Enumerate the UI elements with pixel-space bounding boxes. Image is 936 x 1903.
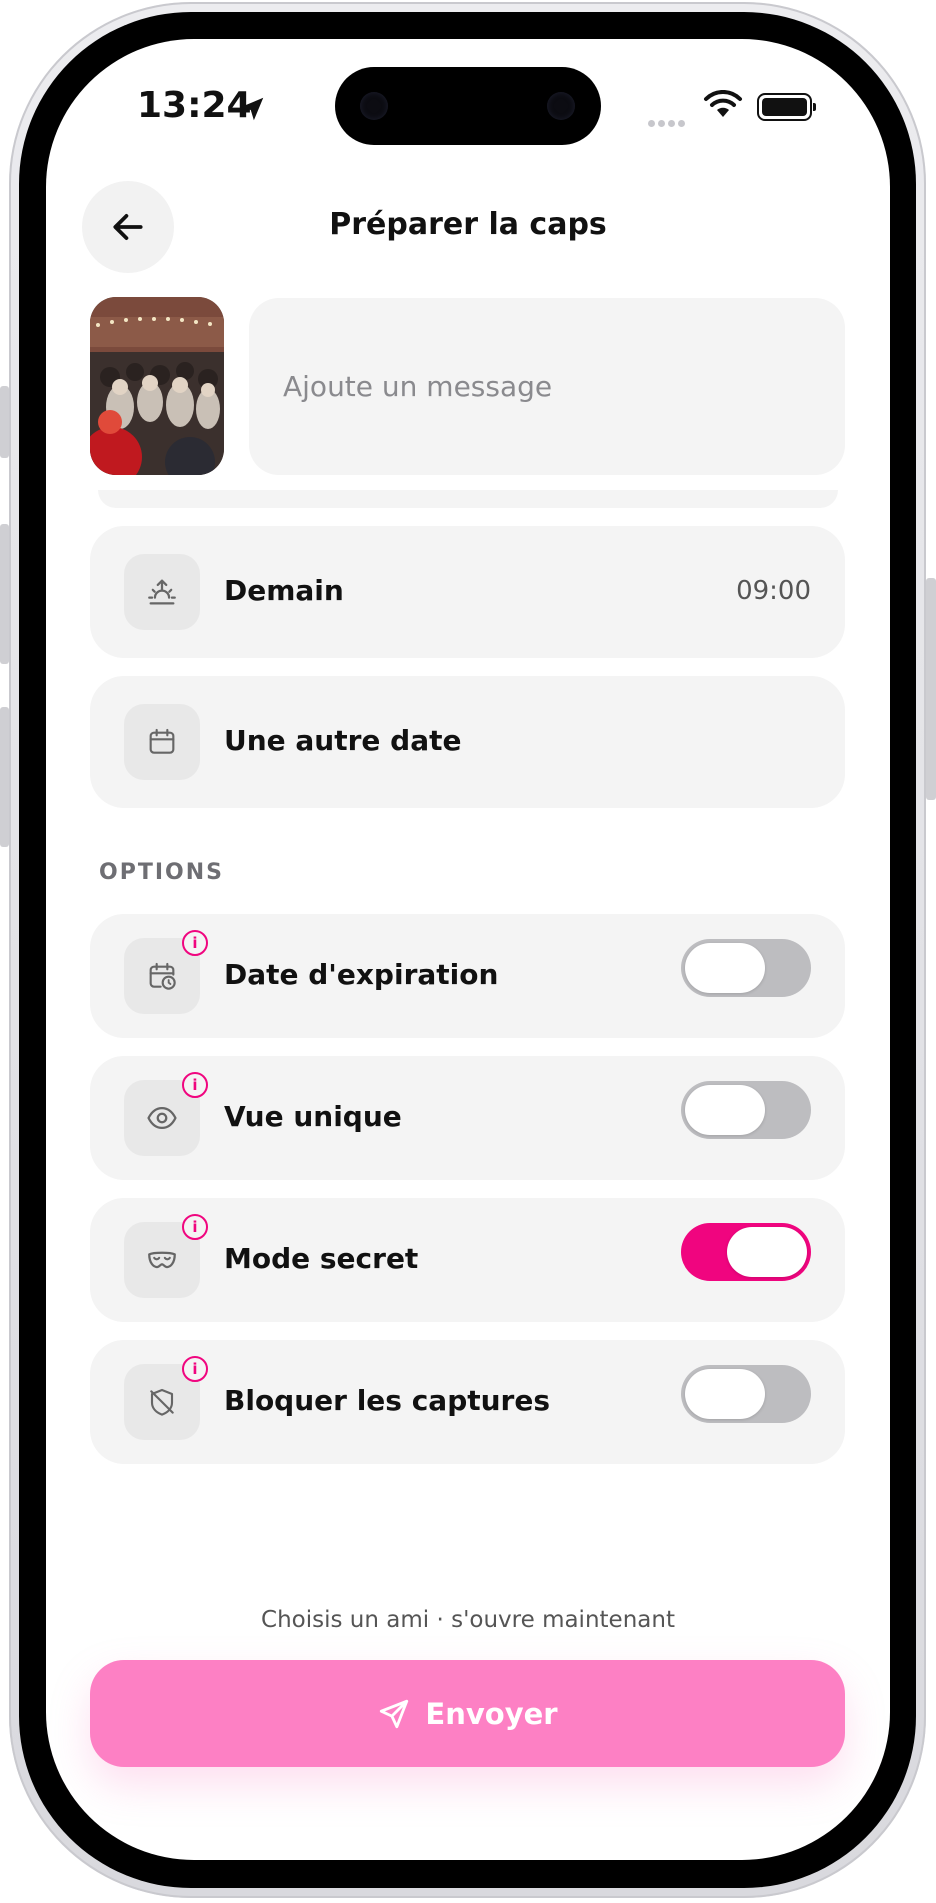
recipient-hint: Choisis un ami · s'ouvre maintenant	[261, 1607, 675, 1633]
option-label: Date d'expiration	[224, 958, 499, 991]
option-label: Bloquer les captures	[224, 1384, 551, 1417]
option-row-secret-mode[interactable]: i Mode secret	[90, 1198, 845, 1322]
single-view-toggle[interactable]	[681, 1081, 811, 1139]
send-button[interactable]: Envoyer	[90, 1660, 845, 1767]
status-time: 13:24	[137, 85, 252, 126]
schedule-row-tomorrow[interactable]: Demain 09:00	[90, 526, 845, 658]
wifi-icon	[704, 90, 742, 117]
sunrise-icon	[124, 554, 200, 630]
schedule-time: 09:00	[736, 576, 811, 606]
calendar-icon	[124, 704, 200, 780]
option-row-single-view[interactable]: i Vue unique	[90, 1056, 845, 1180]
location-arrow-icon	[240, 97, 264, 121]
message-input[interactable]	[283, 370, 803, 403]
option-label: Vue unique	[224, 1100, 402, 1133]
battery-icon	[757, 93, 816, 121]
camera-icon	[360, 92, 388, 120]
option-label: Mode secret	[224, 1242, 419, 1275]
scrolled-row-edge	[98, 490, 838, 508]
send-label: Envoyer	[425, 1696, 558, 1731]
schedule-row-other-date[interactable]: Une autre date	[90, 676, 845, 808]
power-button	[926, 578, 936, 800]
sensor-icon	[547, 92, 575, 120]
info-icon[interactable]: i	[182, 1072, 208, 1098]
expiration-toggle[interactable]	[681, 939, 811, 997]
option-row-block-captures[interactable]: i Bloquer les captures	[90, 1340, 845, 1464]
page-title: Préparer la caps	[329, 207, 607, 242]
info-icon[interactable]: i	[182, 1214, 208, 1240]
block-captures-toggle[interactable]	[681, 1365, 811, 1423]
back-button[interactable]	[82, 181, 174, 273]
volume-up-button	[0, 524, 9, 664]
info-icon[interactable]: i	[182, 1356, 208, 1382]
options-heading: OPTIONS	[99, 860, 224, 885]
info-icon[interactable]: i	[182, 930, 208, 956]
send-icon	[380, 1699, 409, 1728]
action-button	[0, 386, 9, 458]
schedule-label: Une autre date	[224, 724, 462, 757]
photo-thumbnail[interactable]	[90, 297, 224, 475]
volume-down-button	[0, 707, 9, 847]
arrow-left-icon	[113, 214, 143, 240]
dynamic-island	[335, 67, 601, 145]
option-row-expiration[interactable]: i Date d'expiration	[90, 914, 845, 1038]
signal-dots-icon	[648, 112, 688, 131]
message-box[interactable]	[249, 298, 845, 475]
schedule-label: Demain	[224, 574, 344, 607]
crowd-photo-image	[90, 297, 224, 475]
secret-mode-toggle[interactable]	[681, 1223, 811, 1281]
